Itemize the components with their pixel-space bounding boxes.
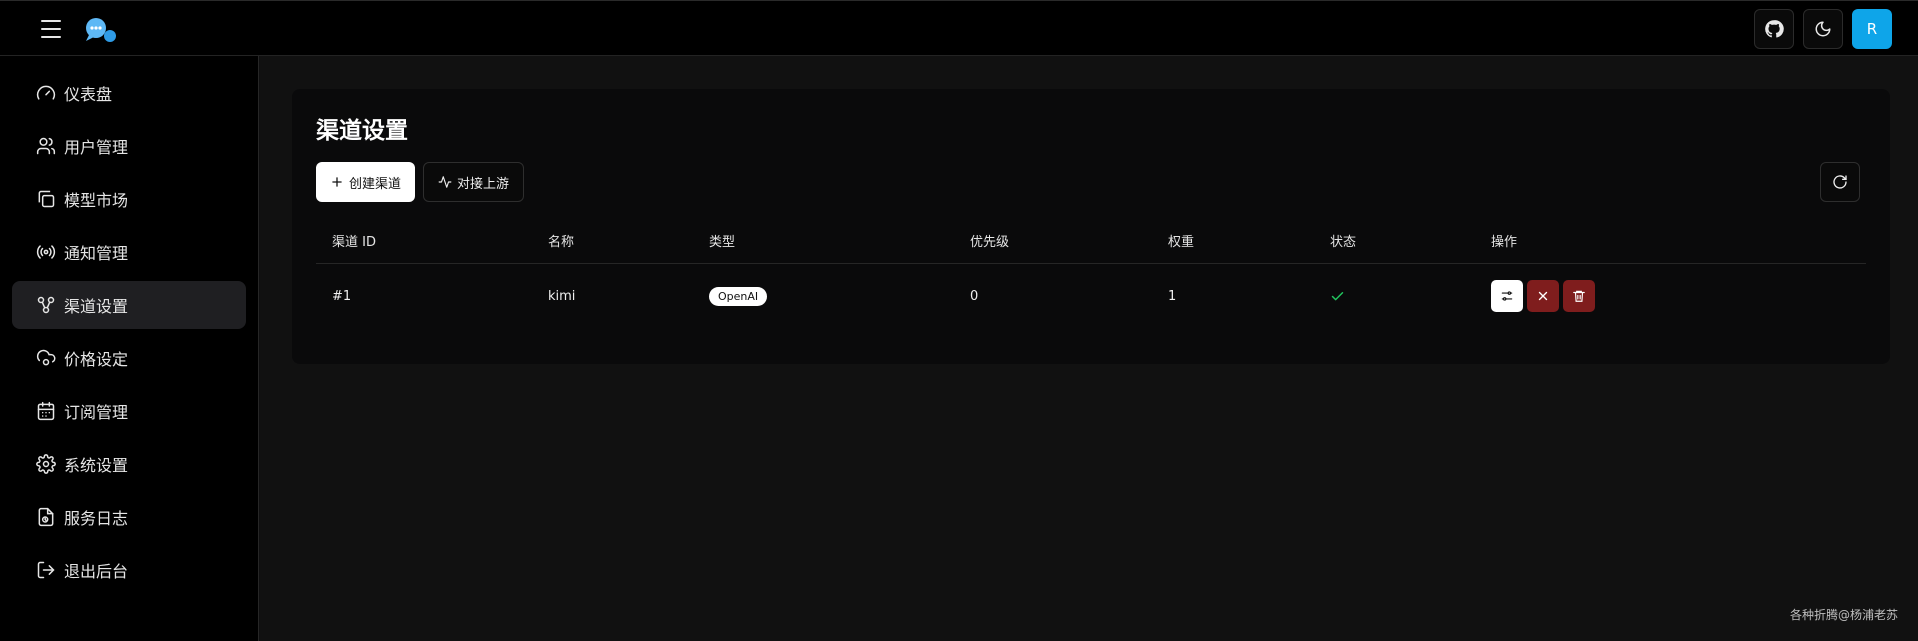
sidebar-item-label: 仪表盘 — [64, 85, 113, 104]
sidebar-item-label: 模型市场 — [64, 191, 129, 210]
menu-toggle-icon[interactable] — [38, 17, 64, 41]
refresh-icon — [1833, 175, 1847, 189]
page-title: 渠道设置 — [316, 118, 408, 144]
users-icon — [36, 137, 56, 155]
sidebar: 仪表盘 用户管理 模型市场 通知管理 渠道设置 价格设定 订阅管理 系统设置 服… — [0, 56, 259, 641]
calendar-icon — [37, 401, 55, 421]
column-header: 权重 — [1168, 234, 1195, 250]
column-header: 优先级 — [970, 234, 1010, 250]
cloud-cog-icon — [36, 349, 56, 366]
create-channel-button[interactable]: 创建渠道 — [316, 162, 416, 202]
sidebar-item-label: 价格设定 — [64, 350, 129, 369]
column-header: 名称 — [548, 234, 575, 250]
sidebar-item-label: 订阅管理 — [64, 403, 129, 422]
sidebar-item-label: 渠道设置 — [64, 297, 129, 316]
moon-icon — [1815, 21, 1831, 37]
chat-logo-icon[interactable] — [82, 15, 120, 45]
column-header: 操作 — [1491, 234, 1518, 250]
connect-upstream-button[interactable]: 对接上游 — [423, 162, 525, 202]
activity-icon — [438, 176, 452, 188]
close-icon — [1538, 291, 1548, 301]
edit-channel-button[interactable] — [1491, 280, 1523, 312]
channel-status — [1330, 264, 1345, 328]
sidebar-item-pricing[interactable]: 价格设定 — [12, 334, 246, 382]
copy-icon — [38, 190, 55, 208]
channel-type: OpenAI — [709, 264, 768, 328]
radio-icon — [36, 245, 56, 259]
table-row[interactable]: #1 kimi OpenAI 0 1 — [316, 264, 1866, 328]
sidebar-item-settings[interactable]: 系统设置 — [12, 440, 246, 488]
row-actions — [1491, 264, 1599, 328]
sidebar-item-subscriptions[interactable]: 订阅管理 — [12, 387, 246, 435]
theme-toggle-button[interactable] — [1803, 9, 1843, 49]
sidebar-item-label: 退出后台 — [64, 562, 129, 581]
channel-id: #1 — [332, 288, 352, 304]
sidebar-item-label: 系统设置 — [64, 456, 129, 475]
channel-table: 渠道 ID 名称 类型 优先级 权重 状态 操作 #1 kimi OpenAI … — [316, 217, 1866, 328]
gauge-icon — [36, 85, 56, 100]
disable-channel-button[interactable] — [1527, 280, 1559, 312]
main-content: 渠道设置 创建渠道 对接上游 渠道 ID 名称 类型 优先级 权重 状态 操作 — [260, 56, 1918, 641]
sidebar-item-model-market[interactable]: 模型市场 — [12, 175, 246, 223]
column-header: 渠道 ID — [332, 234, 376, 250]
sidebar-item-logout[interactable]: 退出后台 — [12, 546, 246, 594]
sidebar-item-logs[interactable]: 服务日志 — [12, 493, 246, 541]
github-button[interactable] — [1754, 9, 1794, 49]
channel-priority: 0 — [970, 288, 979, 304]
plus-icon — [332, 177, 342, 187]
github-icon — [1765, 20, 1784, 38]
sidebar-item-dashboard[interactable]: 仪表盘 — [12, 69, 246, 117]
refresh-button[interactable] — [1820, 162, 1860, 202]
footer-watermark: 各种折腾@杨浦老苏 — [1789, 608, 1898, 622]
trash-icon — [1573, 290, 1585, 302]
sliders-icon — [1501, 291, 1513, 301]
file-log-icon — [38, 507, 54, 527]
delete-channel-button[interactable] — [1563, 280, 1595, 312]
sidebar-item-channels[interactable]: 渠道设置 — [12, 281, 246, 329]
column-header: 类型 — [709, 234, 736, 250]
type-badge: OpenAI — [709, 286, 768, 306]
column-header: 状态 — [1330, 234, 1357, 250]
gear-icon — [36, 454, 56, 474]
channel-icon — [37, 296, 55, 314]
channel-card: 渠道设置 创建渠道 对接上游 渠道 ID 名称 类型 优先级 权重 状态 操作 — [292, 89, 1890, 364]
channel-weight: 1 — [1168, 288, 1177, 304]
check-icon — [1331, 291, 1344, 300]
sidebar-item-label: 通知管理 — [64, 244, 129, 263]
sidebar-item-label: 服务日志 — [64, 509, 129, 528]
top-bar: R — [0, 0, 1918, 56]
logout-icon — [37, 561, 55, 579]
table-header: 渠道 ID 名称 类型 优先级 权重 状态 操作 — [316, 217, 1866, 264]
channel-name: kimi — [548, 288, 576, 304]
sidebar-item-notifications[interactable]: 通知管理 — [12, 228, 246, 276]
user-avatar-button[interactable]: R — [1852, 9, 1892, 49]
sidebar-item-users[interactable]: 用户管理 — [12, 122, 246, 170]
sidebar-item-label: 用户管理 — [64, 138, 129, 157]
